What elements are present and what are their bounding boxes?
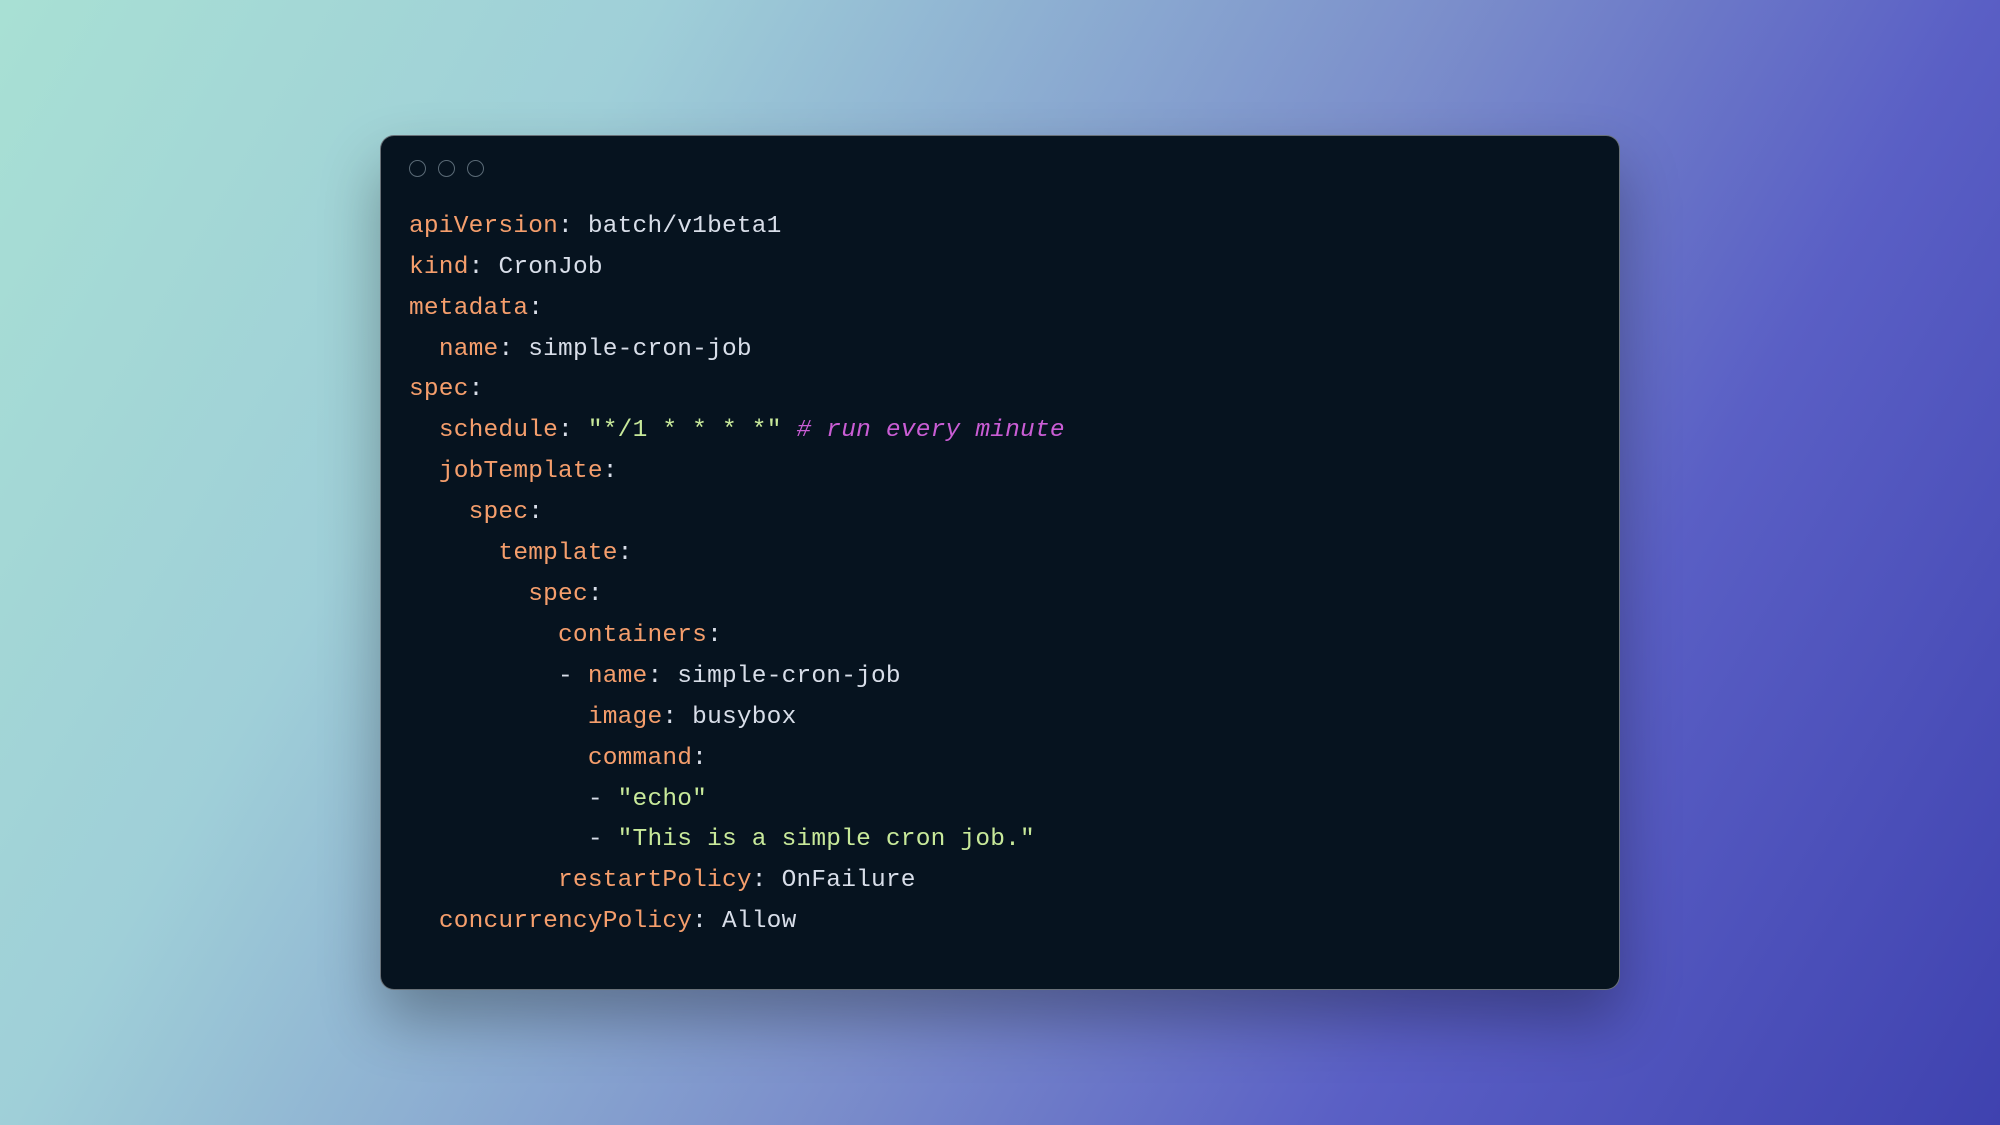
yaml-key: template (498, 540, 617, 567)
yaml-colon: : (707, 622, 722, 649)
yaml-colon: : (498, 336, 513, 363)
code-block: apiVersion: batch/v1beta1 kind: CronJob … (409, 207, 1591, 943)
yaml-key: metadata (409, 295, 528, 322)
yaml-key: command (588, 745, 692, 772)
minimize-icon[interactable] (438, 160, 455, 177)
yaml-colon: : (558, 417, 573, 444)
maximize-icon[interactable] (467, 160, 484, 177)
yaml-value: batch/v1beta1 (588, 213, 782, 240)
yaml-dash: - (558, 663, 573, 690)
yaml-key: spec (469, 499, 529, 526)
yaml-colon: : (588, 581, 603, 608)
yaml-colon: : (469, 254, 484, 281)
yaml-value: simple-cron-job (528, 336, 752, 363)
yaml-colon: : (558, 213, 573, 240)
yaml-key: spec (528, 581, 588, 608)
yaml-comment: # run every minute (797, 417, 1065, 444)
code-window: apiVersion: batch/v1beta1 kind: CronJob … (380, 135, 1620, 990)
traffic-lights (409, 160, 1591, 177)
yaml-key: name (439, 336, 499, 363)
yaml-key: schedule (439, 417, 558, 444)
close-icon[interactable] (409, 160, 426, 177)
yaml-colon: : (752, 867, 767, 894)
yaml-key: spec (409, 376, 469, 403)
yaml-dash: - (588, 826, 603, 853)
yaml-key: image (588, 704, 663, 731)
yaml-key: name (588, 663, 648, 690)
yaml-colon: : (528, 295, 543, 322)
yaml-dash: - (588, 786, 603, 813)
yaml-key: jobTemplate (439, 458, 603, 485)
yaml-value: busybox (692, 704, 796, 731)
yaml-colon: : (618, 540, 633, 567)
yaml-string: "This is a simple cron job." (618, 826, 1035, 853)
yaml-string: "*/1 * * * *" (588, 417, 782, 444)
yaml-key: concurrencyPolicy (439, 908, 692, 935)
yaml-value: OnFailure (782, 867, 916, 894)
yaml-value: Allow (722, 908, 797, 935)
yaml-colon: : (662, 704, 677, 731)
yaml-colon: : (647, 663, 662, 690)
yaml-colon: : (603, 458, 618, 485)
yaml-colon: : (692, 908, 707, 935)
yaml-colon: : (528, 499, 543, 526)
yaml-colon: : (469, 376, 484, 403)
yaml-key: containers (558, 622, 707, 649)
yaml-key: apiVersion (409, 213, 558, 240)
yaml-key: kind (409, 254, 469, 281)
yaml-key: restartPolicy (558, 867, 752, 894)
yaml-value: CronJob (498, 254, 602, 281)
yaml-colon: : (692, 745, 707, 772)
yaml-string: "echo" (618, 786, 707, 813)
yaml-value: simple-cron-job (677, 663, 901, 690)
